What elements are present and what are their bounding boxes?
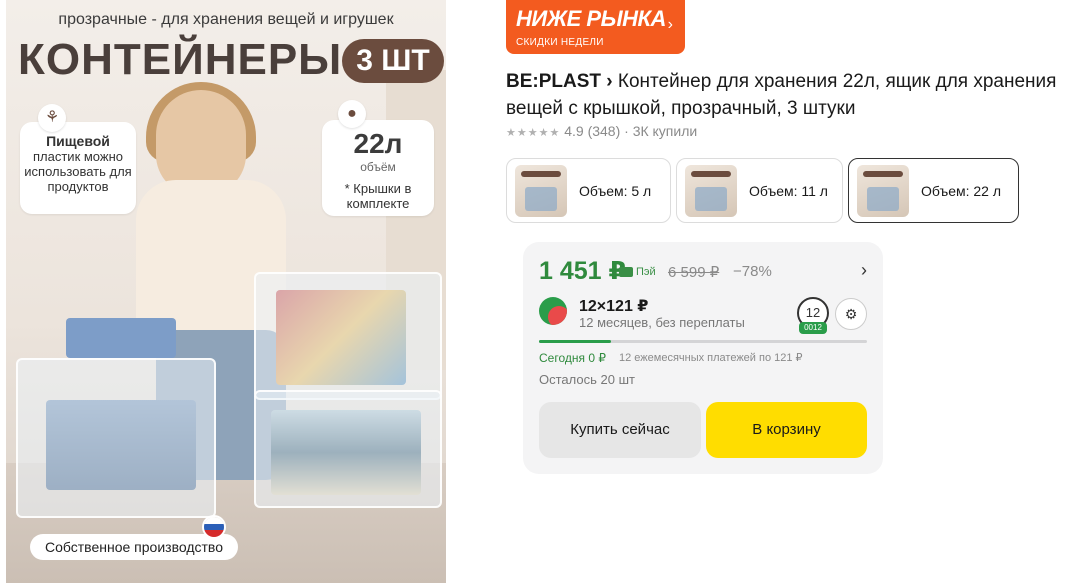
food-grade-text: пластик можно использовать для продуктов: [24, 149, 132, 194]
brand-link[interactable]: BE:PLAST: [506, 71, 601, 92]
product-title: BE:PLAST › Контейнер для хранения 22л, я…: [506, 68, 1066, 122]
variant-11l[interactable]: Объем: 11 л: [676, 158, 843, 223]
review-count: (348): [587, 123, 621, 139]
chevron-right-icon[interactable]: ›: [606, 71, 612, 92]
quantity-pill: 3 ШТ: [342, 39, 444, 83]
folded-clothes: [66, 318, 176, 358]
buy-now-button[interactable]: Купить сейчас: [539, 402, 701, 458]
variant-thumbnail: [515, 165, 567, 217]
food-grade-badge: Пищевой пластик можно использовать для п…: [20, 122, 136, 214]
today-payment: Сегодня 0 ₽: [539, 351, 606, 365]
installment-terms: 12 месяцев, без переплаты: [579, 315, 745, 330]
drop-icon: ●: [338, 100, 366, 128]
container-box: [254, 272, 442, 400]
rating-value: 4.9: [564, 123, 584, 139]
discount-percent: −78%: [733, 263, 772, 280]
variant-thumbnail: [857, 165, 909, 217]
product-image[interactable]: прозрачные - для хранения вещей и игруше…: [6, 0, 446, 583]
product-page: прозрачные - для хранения вещей и игруше…: [0, 0, 1073, 583]
volume-unit: объём: [360, 160, 396, 174]
chevron-right-icon: ›: [667, 16, 673, 33]
variant-label: Объем: 11 л: [749, 183, 828, 199]
promo-title: НИЖЕ РЫНКА: [516, 6, 666, 31]
star-icon: ★★★★★: [506, 127, 561, 139]
food-grade-lead: Пищевой: [46, 133, 110, 149]
made-in-badge: Собственное производство: [30, 534, 238, 560]
image-title: КОНТЕЙНЕРЫ: [18, 35, 343, 84]
price-card: 1 451 ₽ Пэй 6 599 ₽ −78% › 12×121 ₽ 12 м…: [523, 242, 883, 474]
lids-note: * Крышки в комплекте: [344, 181, 412, 211]
below-market-banner[interactable]: НИЖЕ РЫНКА СКИДКИ НЕДЕЛИ ›: [506, 0, 685, 54]
russia-flag-icon: [202, 515, 226, 539]
volume-value: 22л: [353, 128, 403, 159]
chevron-right-icon[interactable]: ›: [861, 260, 867, 281]
months-tag: 0012: [799, 322, 827, 334]
container-box: [16, 358, 216, 518]
installment-amount[interactable]: 12×121 ₽: [579, 296, 648, 316]
wheat-icon: ⚘: [38, 104, 66, 132]
stock-left: Осталось 20 шт: [539, 372, 635, 387]
container-box: [254, 390, 442, 508]
progress-fill: [539, 340, 612, 343]
variant-5l[interactable]: Объем: 5 л: [506, 158, 671, 223]
image-subtitle: прозрачные - для хранения вещей и игруше…: [58, 11, 394, 28]
monthly-payments: 12 ежемесячных платежей по 121 ₽: [619, 352, 803, 364]
current-price: 1 451 ₽: [539, 257, 626, 285]
old-price: 6 599 ₽: [668, 264, 720, 281]
pay-label: Пэй: [636, 266, 656, 278]
promo-subtitle: СКИДКИ НЕДЕЛИ: [516, 37, 604, 48]
installment-progress: [539, 340, 867, 343]
settings-sliders-icon[interactable]: ⚙: [835, 298, 867, 330]
variant-label: Объем: 22 л: [921, 183, 1002, 199]
bought-count: · 3К купили: [624, 123, 698, 139]
rating-row[interactable]: ★★★★★ 4.9 (348) · 3К купили: [506, 123, 697, 139]
split-logo-icon: [539, 297, 567, 325]
variant-label: Объем: 5 л: [579, 183, 652, 199]
variant-thumbnail: [685, 165, 737, 217]
add-to-cart-button[interactable]: В корзину: [706, 402, 867, 458]
volume-badge: 22л объём * Крышки в комплекте: [322, 120, 434, 216]
variant-22l[interactable]: Объем: 22 л: [848, 158, 1019, 223]
card-icon: [619, 267, 633, 277]
